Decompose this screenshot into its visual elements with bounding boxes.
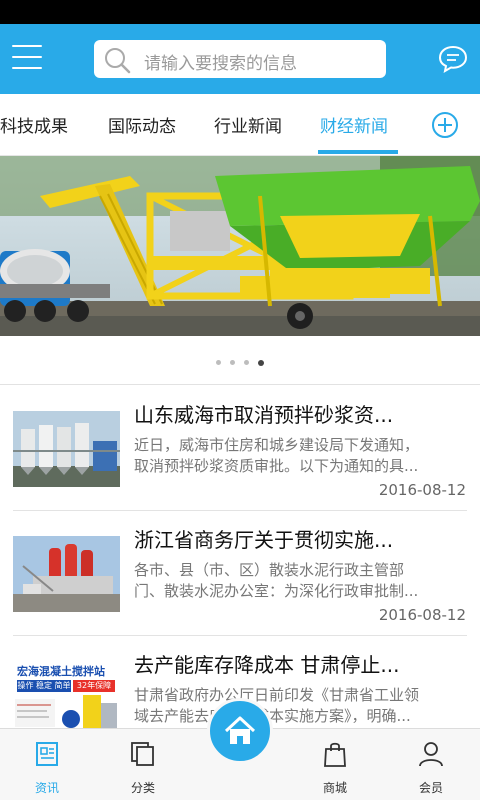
category-icon <box>131 742 154 766</box>
shopping-bag-icon <box>324 742 346 767</box>
news-thumbnail: 宏海混凝土搅拌站 操作 稳定 简单 32年保障 <box>13 661 120 737</box>
banner-carousel[interactable] <box>0 156 480 336</box>
news-title[interactable]: 山东威海市取消预拌砂浆资... <box>134 399 434 428</box>
nav-label: 分类 <box>130 781 155 795</box>
news-title[interactable]: 去产能库存降成本 甘肃停止... <box>134 649 434 678</box>
search-placeholder: 请输入要搜索的信息 <box>144 54 297 74</box>
carousel-indicator <box>0 352 480 366</box>
news-icon <box>36 742 58 766</box>
search-icon <box>105 48 131 74</box>
tab-keji[interactable]: 科技成果 <box>0 112 68 137</box>
menu-icon[interactable] <box>12 45 42 71</box>
news-item[interactable]: 浙江省商务厅关于贯彻实施... 各市、县（市、区）散装水泥行政主管部 门、散装水… <box>0 512 480 636</box>
message-icon[interactable] <box>437 44 469 74</box>
news-date: 2016-08-12 <box>378 481 466 499</box>
news-summary: 各市、县（市、区）散装水泥行政主管部 门、散装水泥办公室：为深化行政审批制... <box>134 560 467 602</box>
nav-item-member[interactable]: 会员 <box>401 739 461 796</box>
news-thumbnail <box>13 411 120 487</box>
divider <box>13 510 467 511</box>
tab-caijing[interactable]: 财经新闻 <box>320 112 388 137</box>
news-summary: 甘肃省政府办公厅日前印发《甘肃省工业领 域去产能去库存降成本实施方案》，明确..… <box>134 685 467 727</box>
nav-item-category[interactable]: 分类 <box>113 739 173 796</box>
divider <box>0 384 480 385</box>
nav-item-mall[interactable]: 商城 <box>305 739 365 796</box>
category-tabs: 科技成果 国际动态 行业新闻 财经新闻 <box>0 94 480 156</box>
thumbnail-slogan-text: 操作 稳定 简单 <box>17 680 71 692</box>
divider <box>13 635 467 636</box>
home-button[interactable] <box>207 698 273 764</box>
news-summary-line: 甘肃省政府办公厅日前印发《甘肃省工业领 <box>134 686 420 704</box>
banner-image <box>0 156 480 336</box>
carousel-dot[interactable] <box>229 360 235 365</box>
nav-label: 资讯 <box>34 781 59 795</box>
status-bar <box>0 0 480 24</box>
news-summary-line: 取消预拌砂浆资质审批。以下为通知的具... <box>134 457 419 475</box>
home-icon <box>224 716 256 744</box>
thumbnail-brand-text: 宏海混凝土搅拌站 <box>17 665 105 678</box>
news-summary-line: 域去产能去库存降成本实施方案》，明确... <box>134 707 411 725</box>
search-input[interactable]: 请输入要搜索的信息 <box>94 40 386 78</box>
news-summary-line: 各市、县（市、区）散装水泥行政主管部 <box>134 561 405 579</box>
user-icon <box>419 742 443 767</box>
news-thumbnail <box>13 536 120 612</box>
news-title[interactable]: 浙江省商务厅关于贯彻实施... <box>134 524 434 553</box>
nav-item-news[interactable]: 资讯 <box>17 739 77 796</box>
carousel-dot-active[interactable] <box>258 359 265 366</box>
carousel-dot[interactable] <box>215 360 221 365</box>
tab-hangye[interactable]: 行业新闻 <box>214 112 282 137</box>
news-summary-line: 近日，威海市住房和城乡建设局下发通知， <box>134 436 420 454</box>
news-summary-line: 门、散装水泥办公室：为深化行政审批制... <box>134 582 419 600</box>
top-bar: 请输入要搜索的信息 <box>0 24 480 94</box>
news-summary: 近日，威海市住房和城乡建设局下发通知， 取消预拌砂浆资质审批。以下为通知的具..… <box>134 435 467 477</box>
nav-label: 会员 <box>418 781 443 795</box>
news-item[interactable]: 山东威海市取消预拌砂浆资... 近日，威海市住房和城乡建设局下发通知， 取消预拌… <box>0 387 480 511</box>
thumbnail-badge-text: 32年保障 <box>73 680 115 692</box>
add-icon[interactable] <box>430 110 460 140</box>
carousel-dot[interactable] <box>244 360 250 365</box>
active-tab-indicator <box>318 150 398 154</box>
tab-guoji[interactable]: 国际动态 <box>108 112 176 137</box>
nav-label: 商城 <box>322 781 347 795</box>
news-date: 2016-08-12 <box>378 606 466 624</box>
